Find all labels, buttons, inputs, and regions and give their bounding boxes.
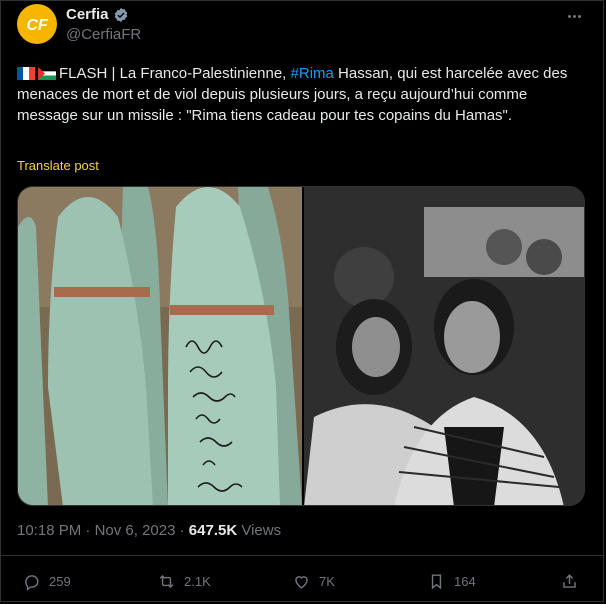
author-name[interactable]: Cerfia bbox=[66, 6, 109, 23]
missile-photo[interactable] bbox=[18, 187, 302, 505]
like-count: 7K bbox=[319, 574, 335, 589]
avatar[interactable]: CF bbox=[17, 4, 57, 44]
bookmark-button[interactable]: 164 bbox=[427, 572, 476, 591]
protest-photo[interactable] bbox=[304, 187, 584, 505]
bookmark-count: 164 bbox=[454, 574, 476, 589]
views-count: 647.5K bbox=[188, 522, 238, 539]
hashtag-link[interactable]: #Rima bbox=[291, 65, 334, 82]
author-name-row[interactable]: Cerfia bbox=[66, 6, 129, 23]
cerfia-logo-icon: CF bbox=[21, 8, 53, 40]
protest-image bbox=[304, 187, 584, 505]
ps-flag-icon bbox=[38, 67, 56, 80]
like-button[interactable]: 7K bbox=[292, 572, 335, 591]
meta-separator: · bbox=[81, 522, 95, 539]
media-grid[interactable] bbox=[17, 186, 585, 506]
svg-text:CF: CF bbox=[26, 17, 49, 34]
share-icon bbox=[563, 574, 576, 588]
bookmark-icon bbox=[431, 574, 442, 590]
author-handle[interactable]: @CerfiaFR bbox=[66, 26, 141, 43]
more-options-icon[interactable] bbox=[564, 8, 584, 24]
missiles-image bbox=[18, 187, 302, 505]
fr-flag-icon bbox=[17, 67, 35, 80]
repost-icon bbox=[159, 574, 174, 589]
post-text: FLASH | La Franco-Palestinienne, #Rima H… bbox=[17, 63, 587, 126]
reply-icon bbox=[25, 575, 39, 591]
repost-count: 2.1K bbox=[184, 574, 211, 589]
reply-button[interactable]: 259 bbox=[22, 572, 71, 591]
action-bar: 259 2.1K 7K 164 bbox=[0, 555, 604, 602]
post-meta: 10:18 PM · Nov 6, 2023 · 647.5K Views bbox=[17, 522, 281, 539]
share-button[interactable] bbox=[560, 572, 579, 591]
translate-post-link[interactable]: Translate post bbox=[17, 158, 99, 173]
meta-separator: · bbox=[175, 522, 189, 539]
views-label: Views bbox=[237, 522, 282, 539]
post-time[interactable]: 10:18 PM bbox=[17, 522, 81, 539]
post-text-part: FLASH | La Franco-Palestinienne, bbox=[59, 65, 291, 82]
heart-icon bbox=[295, 576, 308, 589]
post-date[interactable]: Nov 6, 2023 bbox=[95, 522, 176, 539]
repost-button[interactable]: 2.1K bbox=[157, 572, 211, 591]
reply-count: 259 bbox=[49, 574, 71, 589]
verified-badge-icon bbox=[114, 7, 127, 22]
